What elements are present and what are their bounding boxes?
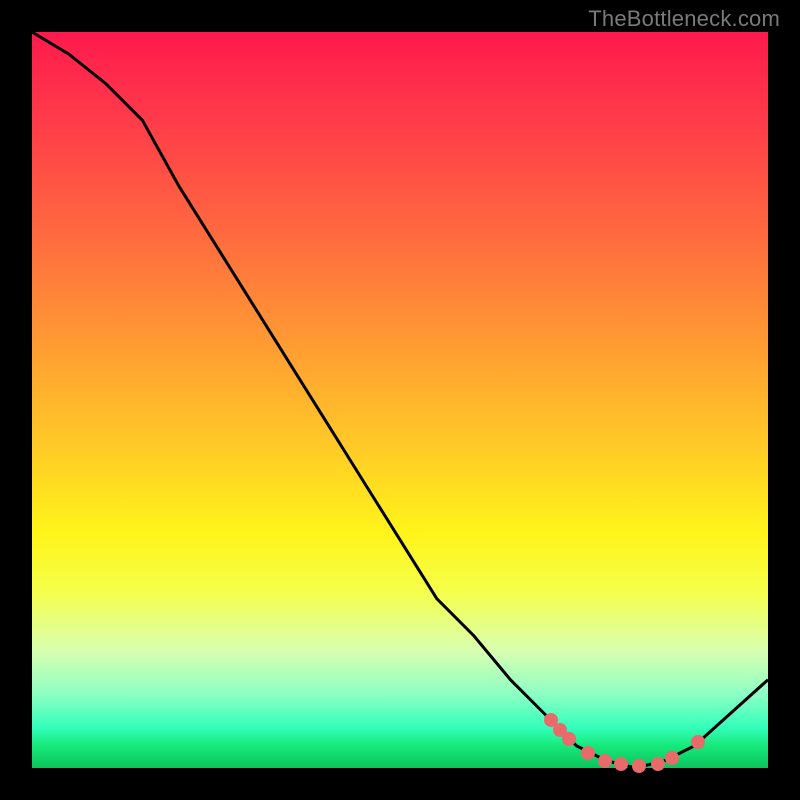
highlight-dot [614, 757, 628, 771]
chart-frame: TheBottleneck.com [0, 0, 800, 800]
highlight-dot [581, 746, 595, 760]
highlight-dot [598, 754, 612, 768]
highlight-dot [562, 732, 576, 746]
bottleneck-curve-path [32, 32, 768, 768]
curve-svg [32, 32, 768, 768]
highlight-dot [691, 735, 705, 749]
plot-area [32, 32, 768, 768]
highlight-dot [665, 751, 679, 765]
watermark-label: TheBottleneck.com [588, 6, 780, 32]
highlight-dot [632, 759, 646, 773]
highlight-dot [651, 757, 665, 771]
